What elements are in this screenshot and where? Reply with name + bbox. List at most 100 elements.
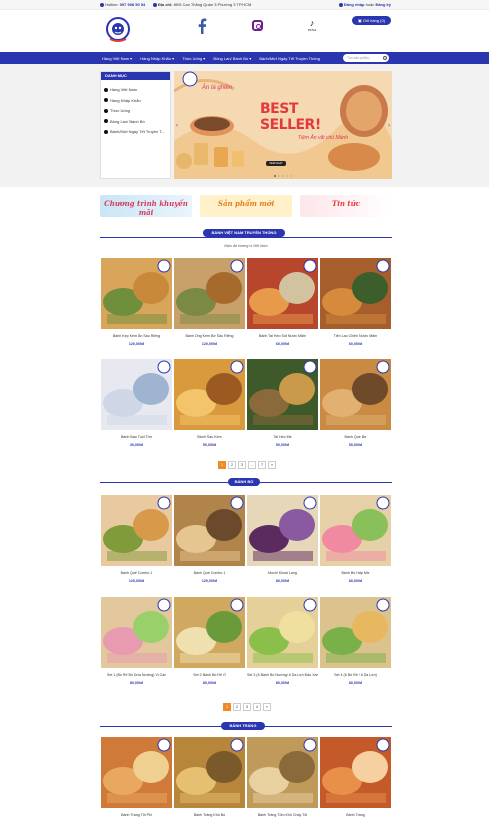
product-name[interactable]: Set 2 Bánh Bò Rế Ồ xyxy=(174,673,245,677)
facebook-icon[interactable] xyxy=(197,18,207,34)
product-name[interactable]: Bánh Kẹp Kem Ăn Sầu Riêng xyxy=(101,334,172,338)
product-card[interactable]: Set 2 Bánh Bò Rế Ồ 80,000đ xyxy=(174,597,245,687)
search-input[interactable]: Tìm sản phẩm... xyxy=(343,54,389,62)
login-link[interactable]: Đăng nhập xyxy=(344,2,365,7)
product-card[interactable]: Bánh Tráng xyxy=(320,737,391,819)
chevron-left-icon[interactable]: ‹ xyxy=(176,123,178,129)
search-icon[interactable] xyxy=(383,56,387,60)
product-image[interactable] xyxy=(174,258,245,329)
product-card[interactable]: Bánh Tráng Tỏi Phi xyxy=(101,737,172,819)
carousel-dot[interactable] xyxy=(286,175,288,177)
page-next[interactable]: » xyxy=(263,703,271,711)
product-name[interactable]: Set 3 (6 Bánh Bò Nướng/ 6 Da Lợn Đậu Xan… xyxy=(247,673,318,677)
page-link[interactable]: 3 xyxy=(243,703,251,711)
product-image[interactable] xyxy=(247,597,318,668)
product-name[interactable]: Bánh Quế Combo 1 xyxy=(174,571,245,575)
carousel-dot[interactable] xyxy=(278,175,280,177)
category-item[interactable]: Bánh/Mứt Ngày Tết Truyền T... xyxy=(104,127,167,138)
chevron-right-icon[interactable]: › xyxy=(388,123,390,129)
page-link[interactable]: 3 xyxy=(238,461,246,469)
product-name[interactable]: Bánh Tráng Tỏi Phi xyxy=(101,813,172,817)
product-name[interactable]: Bánh Sầu Kem xyxy=(174,435,245,439)
product-image[interactable] xyxy=(320,495,391,566)
category-item[interactable]: Hàng Nhập Khẩu xyxy=(104,96,167,107)
nav-item-thuc-uong[interactable]: Thức Uống ▾ xyxy=(182,56,205,61)
page-link[interactable]: 7 xyxy=(258,461,266,469)
product-name[interactable]: Tiên Lao Chiên Nước Mắm xyxy=(320,334,391,338)
category-item[interactable]: Thức Uống xyxy=(104,106,167,117)
section-title-banh-trang[interactable]: BÁNH TRÁNG xyxy=(221,722,265,730)
hero-banner[interactable]: Ăn là ghiền BEST SELLER! Tiệm Ăn vặt chú… xyxy=(174,71,392,179)
product-card[interactable]: Bánh Tráng Tôm Khô Cháy Tỏi xyxy=(247,737,318,819)
carousel-dot[interactable] xyxy=(274,175,276,177)
product-image[interactable] xyxy=(247,495,318,566)
product-image[interactable] xyxy=(174,495,245,566)
product-card[interactable]: Bánh Sầu Kem 50,000đ xyxy=(174,359,245,449)
product-card[interactable]: Bánh Tai Heo Sốt Nước Mắm 60,000đ xyxy=(247,258,318,348)
product-name[interactable]: Bánh Bò Hấp Mix xyxy=(320,571,391,575)
product-card[interactable]: Bánh Kẹp Kem Ăn Sầu Riêng 120,000đ xyxy=(101,258,172,348)
page-link[interactable]: 4 xyxy=(253,703,261,711)
promo-san-pham-moi[interactable]: Sản phẩm mới xyxy=(200,195,292,217)
instagram-icon[interactable] xyxy=(252,20,263,31)
product-image[interactable] xyxy=(247,359,318,430)
category-item[interactable]: Bông Lan/ Bánh Bò xyxy=(104,117,167,128)
product-name[interactable]: Tai Heo Mè xyxy=(247,435,318,439)
product-image[interactable] xyxy=(174,359,245,430)
carousel-dot[interactable] xyxy=(290,175,292,177)
product-name[interactable]: Bánh Ống Kem Bơ Sầu Riêng xyxy=(174,334,245,338)
product-image[interactable] xyxy=(247,737,318,808)
product-card[interactable]: Bánh Ống Kem Bơ Sầu Riêng 120,000đ xyxy=(174,258,245,348)
product-name[interactable]: Bánh Tai Heo Sốt Nước Mắm xyxy=(247,334,318,338)
product-name[interactable]: Set 1 (Bò Rế Bò Dừa Nướng) Vị Cac xyxy=(101,673,172,677)
page-link[interactable]: 1 xyxy=(223,703,231,711)
nav-item-hang-viet-nam[interactable]: Hàng Việt Nam ▾ xyxy=(102,56,132,61)
product-card[interactable]: Bánh Que Bơ 50,000đ xyxy=(320,359,391,449)
product-image[interactable] xyxy=(101,737,172,808)
product-image[interactable] xyxy=(320,359,391,430)
promo-khuyen-mai[interactable]: Chương trình khuyến mãi xyxy=(100,195,192,217)
product-card[interactable]: Bánh Quế Combo 1 120,000đ xyxy=(174,495,245,585)
product-name[interactable]: Bánh Tráng Khô Bò xyxy=(174,813,245,817)
product-card[interactable]: Set 3 (6 Bánh Bò Nướng/ 6 Da Lợn Đậu Xan… xyxy=(247,597,318,687)
product-name[interactable]: Bánh Tráng Tôm Khô Cháy Tỏi xyxy=(247,813,318,817)
product-card[interactable]: Mochi Khoai Lang 80,000đ xyxy=(247,495,318,585)
product-image[interactable] xyxy=(101,495,172,566)
page-link[interactable]: 1 xyxy=(218,461,226,469)
register-link[interactable]: Đăng ký xyxy=(375,2,391,7)
section-title-banh-bo[interactable]: BÁNH BÒ xyxy=(228,478,260,486)
product-card[interactable]: Bánh Quế Combo 1 120,000đ xyxy=(101,495,172,585)
product-image[interactable] xyxy=(320,258,391,329)
carousel-dot[interactable] xyxy=(282,175,284,177)
product-name[interactable]: Set 4 (6 Bò Rế / 6 Da Lợn) xyxy=(320,673,391,677)
product-name[interactable]: Bánh Que Bơ xyxy=(320,435,391,439)
banner-cta-button[interactable]: XEM NGAY xyxy=(266,161,286,166)
nav-item-banh-mut-tet[interactable]: Bánh/Mứt Ngày Tết Truyền Thống xyxy=(259,56,320,61)
product-name[interactable]: Mochi Khoai Lang xyxy=(247,571,318,575)
page-next[interactable]: » xyxy=(268,461,276,469)
product-image[interactable] xyxy=(174,737,245,808)
product-image[interactable] xyxy=(320,737,391,808)
product-image[interactable] xyxy=(174,597,245,668)
cart-button[interactable]: ▣ Giỏ hàng (0) xyxy=(352,16,391,25)
product-image[interactable] xyxy=(320,597,391,668)
category-item[interactable]: Hàng Việt Nam xyxy=(104,85,167,96)
page-link[interactable]: 2 xyxy=(228,461,236,469)
product-image[interactable] xyxy=(101,258,172,329)
product-name[interactable]: Bánh Tráng xyxy=(320,813,391,817)
hotline-number[interactable]: 097 908 50 54 xyxy=(120,2,146,7)
logo[interactable] xyxy=(106,17,130,43)
nav-item-hang-nhap-khau[interactable]: Hàng Nhập Khẩu ▾ xyxy=(140,56,174,61)
product-card[interactable]: Tai Heo Mè 50,000đ xyxy=(247,359,318,449)
tiktok-icon[interactable]: ♪ TikTok xyxy=(306,19,318,33)
product-card[interactable]: Tiên Lao Chiên Nước Mắm 60,000đ xyxy=(320,258,391,348)
product-image[interactable] xyxy=(101,359,172,430)
promo-tin-tuc[interactable]: Tin tức xyxy=(300,195,392,217)
product-card[interactable]: Bánh Bò Hấp Mix 80,000đ xyxy=(320,495,391,585)
product-card[interactable]: Set 1 (Bò Rế Bò Dừa Nướng) Vị Cac 80,000đ xyxy=(101,597,172,687)
product-name[interactable]: Bánh Bao Tuồi Thơ xyxy=(101,435,172,439)
product-image[interactable] xyxy=(247,258,318,329)
product-image[interactable] xyxy=(101,597,172,668)
nav-item-bong-lan[interactable]: Bông Lan/ Bánh Bò ▾ xyxy=(213,56,251,61)
product-card[interactable]: Bánh Bao Tuồi Thơ 30,000đ xyxy=(101,359,172,449)
